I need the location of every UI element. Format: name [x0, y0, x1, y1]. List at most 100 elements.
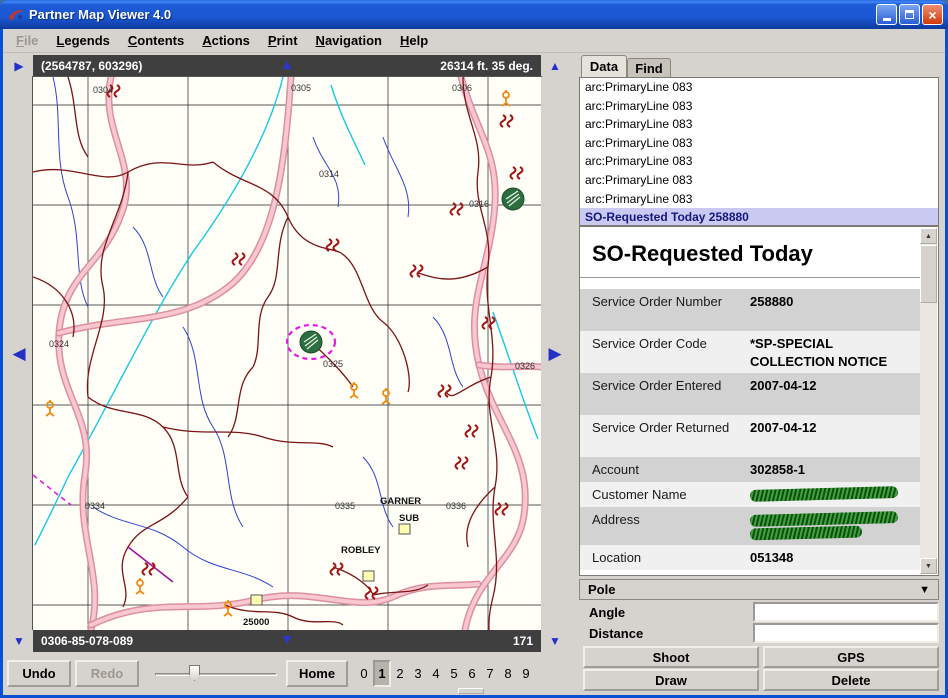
map-sheet-number: 171 — [513, 634, 533, 648]
map-grid-id: 0306-85-078-089 — [41, 634, 133, 648]
tab-data[interactable]: Data — [581, 55, 627, 77]
page-button-5[interactable]: 5 — [445, 660, 463, 687]
close-icon[interactable]: × — [922, 4, 943, 25]
menu-actions[interactable]: Actions — [193, 31, 259, 50]
field-value: 051348 — [748, 545, 921, 570]
window-controls: × — [876, 4, 943, 25]
page-button-8[interactable]: 8 — [499, 660, 517, 687]
scroll-down-icon[interactable]: ▼ — [920, 558, 937, 574]
map-top-status-bar: (2564787, 603296) 26314 ft. 35 deg. ▲ — [33, 55, 541, 77]
distance-label: Distance — [579, 623, 753, 643]
pan-right-button[interactable]: ▶ — [541, 77, 569, 630]
field-label: Address — [580, 507, 748, 545]
list-item[interactable]: arc:PrimaryLine 083 — [580, 152, 938, 171]
angle-row: Angle — [579, 602, 939, 622]
pole-label: Pole — [588, 582, 615, 597]
map-label: GARNER — [380, 496, 421, 507]
page-button-2[interactable]: 2 — [391, 660, 409, 687]
pan-left-button[interactable]: ◀ — [5, 77, 33, 630]
pan-corner-button[interactable]: ▲ — [541, 55, 569, 77]
menu-contents[interactable]: Contents — [119, 31, 193, 50]
shoot-button[interactable]: Shoot — [583, 646, 759, 668]
list-item[interactable]: arc:PrimaryLine 083 — [580, 190, 938, 209]
list-item-selected[interactable]: SO-Requested Today 258880 — [580, 208, 938, 226]
distance-input[interactable] — [753, 623, 939, 643]
list-item[interactable]: arc:PrimaryLine 083 — [580, 115, 938, 134]
pan-up-icon[interactable]: ▲ — [280, 57, 294, 71]
minimize-icon[interactable] — [876, 4, 897, 25]
field-label: Service Order Entered — [580, 373, 748, 415]
page-button-3[interactable]: 3 — [409, 660, 427, 687]
field-value — [748, 482, 921, 507]
map-range-heading: 26314 ft. 35 deg. — [440, 59, 533, 73]
menu-legends[interactable]: Legends — [47, 31, 118, 50]
map-canvas[interactable]: 0304030503060314031603240325032603340335… — [33, 77, 541, 630]
triangle-up-icon: ▲ — [549, 60, 561, 72]
app-icon — [7, 6, 25, 24]
slider-thumb[interactable] — [189, 665, 200, 681]
field-value: 258880 — [748, 289, 921, 331]
window-title: Partner Map Viewer 4.0 — [29, 7, 876, 22]
field-label: Service Order Code — [580, 331, 748, 373]
pan-corner-button[interactable]: ▶ — [5, 55, 33, 77]
page-button-0[interactable]: 0 — [355, 660, 373, 687]
page-button-1[interactable]: 1 — [373, 660, 391, 687]
field-label: Service Order Returned — [580, 415, 748, 457]
list-item[interactable]: arc:PrimaryLine 083 — [580, 134, 938, 153]
detail-panel: SO-Requested Today Service Order Number2… — [579, 226, 939, 576]
map-label: 0326 — [515, 361, 535, 371]
triangle-left-icon: ◀ — [12, 345, 25, 362]
highlight-marks — [33, 325, 335, 582]
page-button-4[interactable]: 4 — [427, 660, 445, 687]
gps-button[interactable]: GPS — [763, 646, 939, 668]
draw-button[interactable]: Draw — [583, 669, 759, 691]
home-button[interactable]: Home — [286, 660, 348, 687]
map-label: 0306 — [452, 83, 472, 93]
page-button-7[interactable]: 7 — [481, 660, 499, 687]
data-list: arc:PrimaryLine 083arc:PrimaryLine 083ar… — [579, 77, 939, 226]
triangle-down-icon: ▼ — [13, 635, 25, 647]
distance-row: Distance — [579, 623, 939, 643]
map-label: 0324 — [49, 339, 69, 349]
map-bottom-status-bar: 0306-85-078-089 171 ▼ — [33, 630, 541, 652]
menu-navigation[interactable]: Navigation — [307, 31, 391, 50]
pan-down-icon[interactable]: ▼ — [280, 632, 294, 646]
page-button-6[interactable]: 6 — [463, 660, 481, 687]
field-label: Service Order Number — [580, 289, 748, 331]
undo-button[interactable]: Undo — [7, 660, 71, 687]
scroll-up-icon[interactable]: ▲ — [920, 228, 937, 244]
angle-input[interactable] — [753, 602, 939, 622]
map-label: SUB — [399, 513, 419, 524]
map-label: 0335 — [335, 501, 355, 511]
resize-grip[interactable] — [458, 688, 484, 694]
field-row: Customer Name — [580, 482, 921, 507]
scrollbar-thumb[interactable] — [920, 245, 937, 303]
pan-corner-button[interactable]: ▼ — [5, 630, 33, 652]
field-label: Location — [580, 545, 748, 570]
map-label: 0304 — [93, 85, 113, 95]
delete-button[interactable]: Delete — [763, 669, 939, 691]
map-label: 0314 — [319, 169, 339, 179]
app-window: Partner Map Viewer 4.0 × FileLegendsCont… — [0, 0, 948, 698]
redo-button: Redo — [75, 660, 139, 687]
field-value: 302858-1 — [748, 457, 921, 482]
maximize-icon[interactable] — [899, 4, 920, 25]
list-item[interactable]: arc:PrimaryLine 083 — [580, 171, 938, 190]
field-row: Location051348 — [580, 545, 921, 570]
primary-lines — [33, 77, 497, 630]
slider-track — [155, 673, 277, 676]
page-button-9[interactable]: 9 — [517, 660, 535, 687]
roads — [59, 77, 541, 630]
field-row: Address — [580, 507, 921, 545]
tab-find[interactable]: Find — [627, 58, 671, 77]
detail-scrollbar[interactable]: ▲ ▼ — [920, 228, 937, 574]
map-label: 0316 — [469, 199, 489, 209]
pole-section-header[interactable]: Pole ▼ — [579, 579, 939, 600]
list-item[interactable]: arc:PrimaryLine 083 — [580, 78, 938, 97]
zoom-slider[interactable] — [151, 660, 281, 687]
menu-help[interactable]: Help — [391, 31, 437, 50]
title-bar[interactable]: Partner Map Viewer 4.0 × — [0, 0, 948, 29]
menu-print[interactable]: Print — [259, 31, 307, 50]
pan-corner-button[interactable]: ▼ — [541, 630, 569, 652]
list-item[interactable]: arc:PrimaryLine 083 — [580, 97, 938, 116]
